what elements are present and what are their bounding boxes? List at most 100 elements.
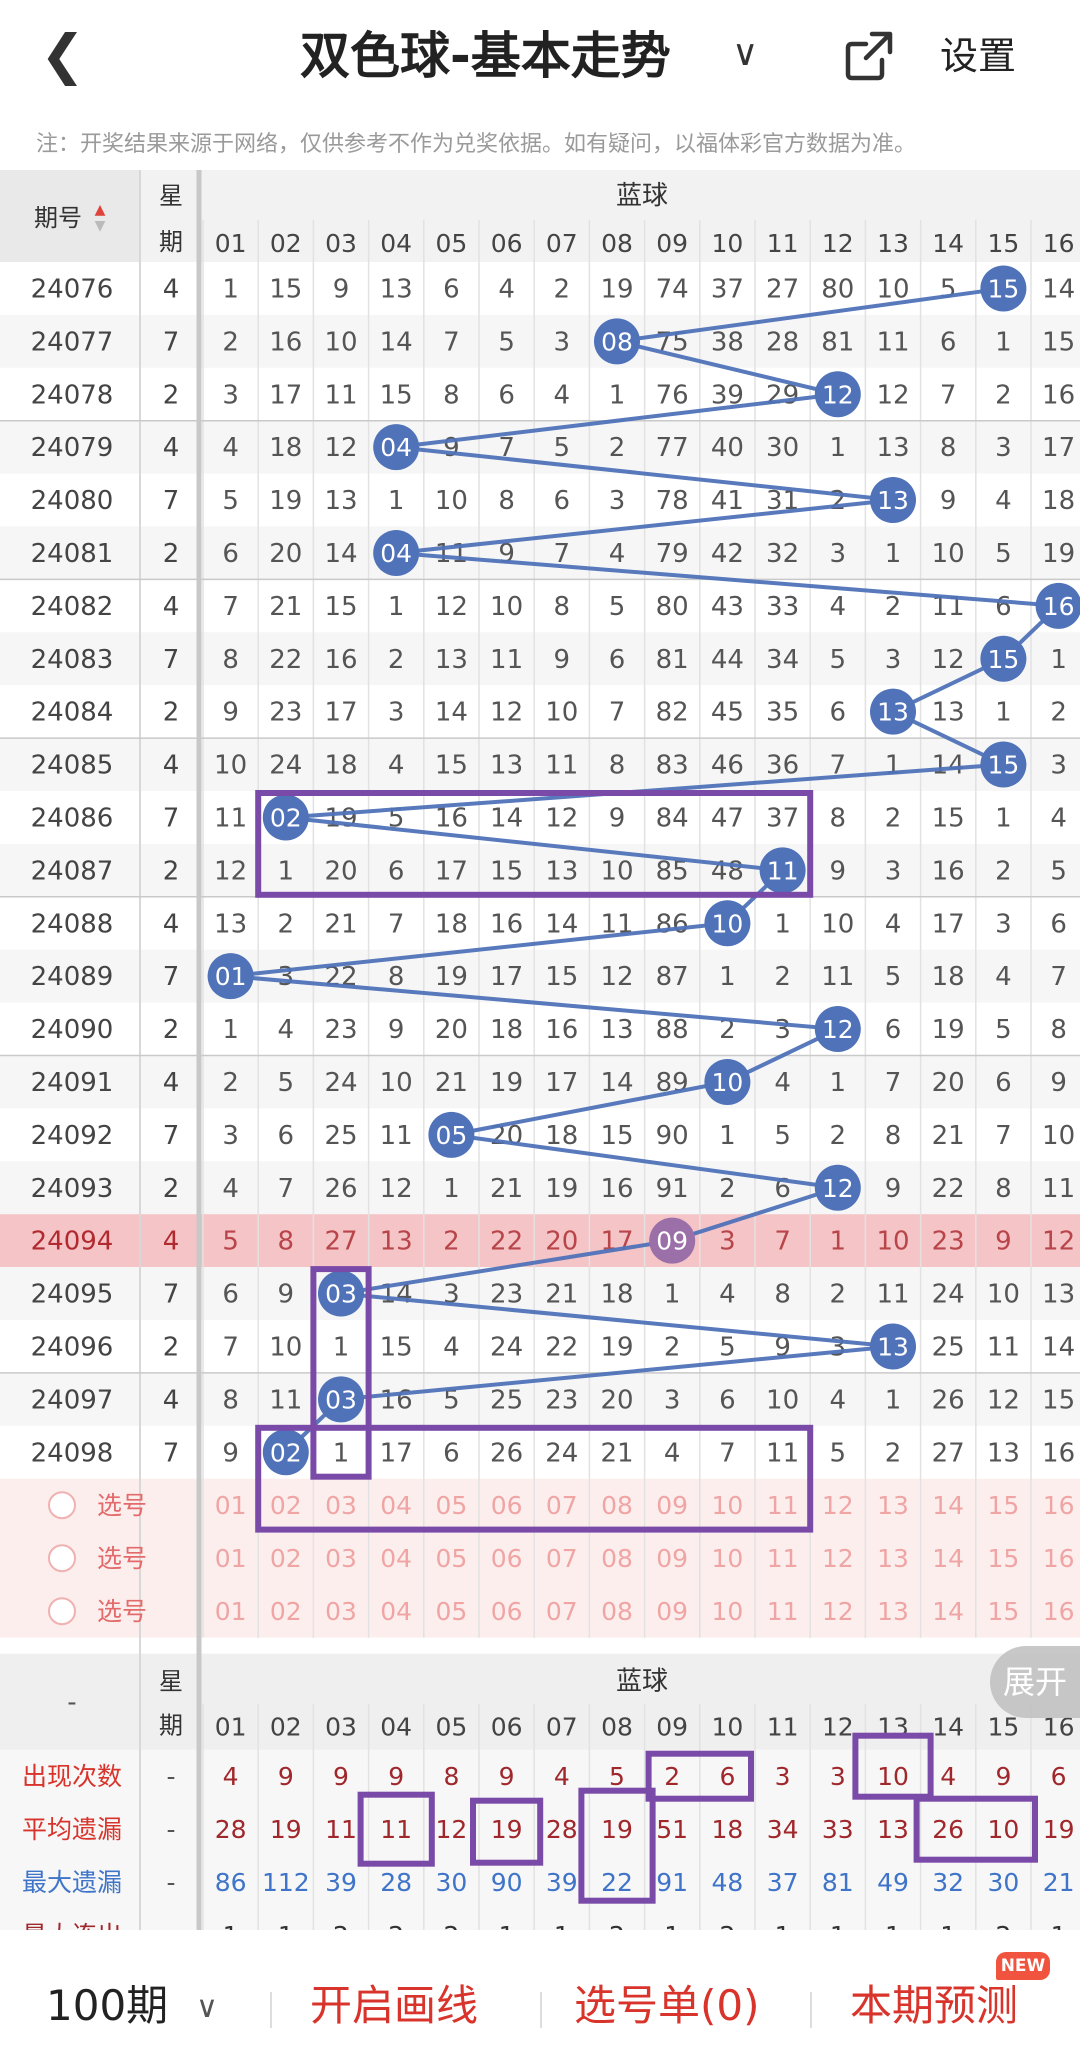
pick-number[interactable]: 07 — [546, 1544, 578, 1573]
weekday: 2 — [163, 380, 180, 410]
miss-count: 1 — [885, 1385, 902, 1415]
chevron-down-icon[interactable]: ∨ — [196, 1986, 218, 2030]
pick-number[interactable]: 01 — [215, 1544, 247, 1573]
column-number-header: 03 — [325, 1713, 357, 1742]
pick-number[interactable]: 12 — [822, 1491, 854, 1520]
pick-number[interactable]: 05 — [435, 1544, 467, 1573]
pick-number[interactable]: 09 — [656, 1491, 688, 1520]
miss-count: 10 — [876, 1227, 909, 1257]
pick-number[interactable]: 05 — [435, 1491, 467, 1520]
pick-number[interactable]: 09 — [656, 1544, 688, 1573]
pick-number[interactable]: 14 — [932, 1597, 964, 1626]
stat-value: 2 — [995, 1921, 1011, 1930]
stat-value: 3 — [775, 1762, 791, 1791]
pick-number[interactable]: 06 — [491, 1544, 523, 1573]
miss-count: 28 — [766, 327, 799, 357]
pick-number[interactable]: 16 — [1043, 1491, 1075, 1520]
weekday: 4 — [163, 1068, 180, 1098]
miss-count: 3 — [995, 433, 1012, 463]
miss-count: 24 — [545, 1438, 578, 1468]
pick-number[interactable]: 08 — [601, 1597, 633, 1626]
pick-number[interactable]: 13 — [877, 1544, 909, 1573]
pick-number[interactable]: 15 — [987, 1544, 1019, 1573]
miss-count: 1 — [885, 539, 902, 569]
pick-number[interactable]: 03 — [325, 1544, 357, 1573]
pick-number[interactable]: 13 — [877, 1597, 909, 1626]
pick-number[interactable]: 10 — [711, 1491, 743, 1520]
miss-count: 11 — [545, 751, 578, 781]
pick-radio[interactable] — [48, 1491, 76, 1520]
sort-up-icon[interactable]: ▲ — [95, 202, 106, 218]
pick-list-button[interactable]: 选号单(0) — [574, 1978, 760, 2034]
pick-radio[interactable] — [48, 1544, 76, 1573]
pick-number[interactable]: 02 — [270, 1597, 302, 1626]
stat-value: 2 — [719, 1921, 735, 1930]
miss-count: 8 — [774, 1280, 791, 1310]
pick-number[interactable]: 16 — [1043, 1544, 1075, 1573]
miss-count: 17 — [545, 1068, 578, 1098]
pick-number[interactable]: 08 — [601, 1544, 633, 1573]
miss-count: 38 — [711, 327, 744, 357]
pick-number[interactable]: 16 — [1043, 1597, 1075, 1626]
miss-count: 17 — [490, 962, 523, 992]
pick-number[interactable]: 11 — [767, 1491, 799, 1520]
pick-number[interactable]: 03 — [325, 1597, 357, 1626]
pick-number[interactable]: 14 — [932, 1544, 964, 1573]
prediction-button[interactable]: 本期预测 — [850, 1978, 1018, 2034]
pick-number[interactable]: 04 — [380, 1544, 412, 1573]
miss-count: 3 — [830, 539, 847, 569]
pick-number[interactable]: 15 — [987, 1491, 1019, 1520]
sort-down-icon[interactable]: ▼ — [95, 218, 106, 234]
weekday: 4 — [163, 909, 180, 939]
miss-count: 1 — [388, 486, 405, 516]
miss-count: 16 — [324, 645, 357, 675]
pick-number[interactable]: 05 — [435, 1597, 467, 1626]
pick-number[interactable]: 07 — [546, 1597, 578, 1626]
pick-number[interactable]: 04 — [380, 1597, 412, 1626]
miss-count: 34 — [766, 645, 799, 675]
pick-number[interactable]: 12 — [822, 1597, 854, 1626]
miss-count: 15 — [380, 380, 413, 410]
miss-count: 10 — [600, 856, 633, 886]
weekday: 2 — [163, 698, 180, 728]
stat-value: 1 — [499, 1921, 515, 1930]
pick-number[interactable]: 03 — [325, 1491, 357, 1520]
pick-number[interactable]: 15 — [987, 1597, 1019, 1626]
pick-number[interactable]: 09 — [656, 1597, 688, 1626]
pick-number[interactable]: 13 — [877, 1491, 909, 1520]
pick-radio[interactable] — [48, 1597, 76, 1626]
miss-count: 13 — [932, 698, 965, 728]
pick-number[interactable]: 07 — [546, 1491, 578, 1520]
pick-number[interactable]: 11 — [767, 1597, 799, 1626]
pick-number[interactable]: 04 — [380, 1491, 412, 1520]
issue-number: 24096 — [31, 1332, 114, 1362]
miss-count: 84 — [656, 803, 689, 833]
pick-number[interactable]: 01 — [215, 1597, 247, 1626]
miss-count: 8 — [278, 1227, 295, 1257]
pick-number[interactable]: 01 — [215, 1491, 247, 1520]
period-selector[interactable]: 100期 — [46, 1978, 168, 2034]
pick-number[interactable]: 10 — [711, 1597, 743, 1626]
stat-value: 1 — [830, 1921, 846, 1930]
miss-count: 5 — [222, 486, 239, 516]
pick-number[interactable]: 06 — [491, 1491, 523, 1520]
expand-button[interactable]: 展开 — [990, 1646, 1080, 1718]
pick-number[interactable]: 14 — [932, 1491, 964, 1520]
draw-line-button[interactable]: 开启画线 — [310, 1978, 478, 2034]
miss-count: 10 — [766, 1385, 799, 1415]
pick-number[interactable]: 11 — [767, 1544, 799, 1573]
column-number-header: 01 — [215, 1713, 247, 1742]
pick-number[interactable]: 10 — [711, 1544, 743, 1573]
blue-ball-number: 12 — [822, 1174, 854, 1203]
miss-count: 25 — [324, 1121, 357, 1151]
pick-number[interactable]: 02 — [270, 1491, 302, 1520]
pick-number[interactable]: 02 — [270, 1544, 302, 1573]
stat-value: 34 — [767, 1815, 799, 1844]
miss-count: 3 — [388, 698, 405, 728]
pick-number[interactable]: 12 — [822, 1544, 854, 1573]
miss-count: 4 — [388, 751, 405, 781]
pick-number[interactable]: 06 — [491, 1597, 523, 1626]
pick-number[interactable]: 08 — [601, 1491, 633, 1520]
miss-count: 5 — [995, 539, 1012, 569]
miss-count: 2 — [222, 1068, 239, 1098]
